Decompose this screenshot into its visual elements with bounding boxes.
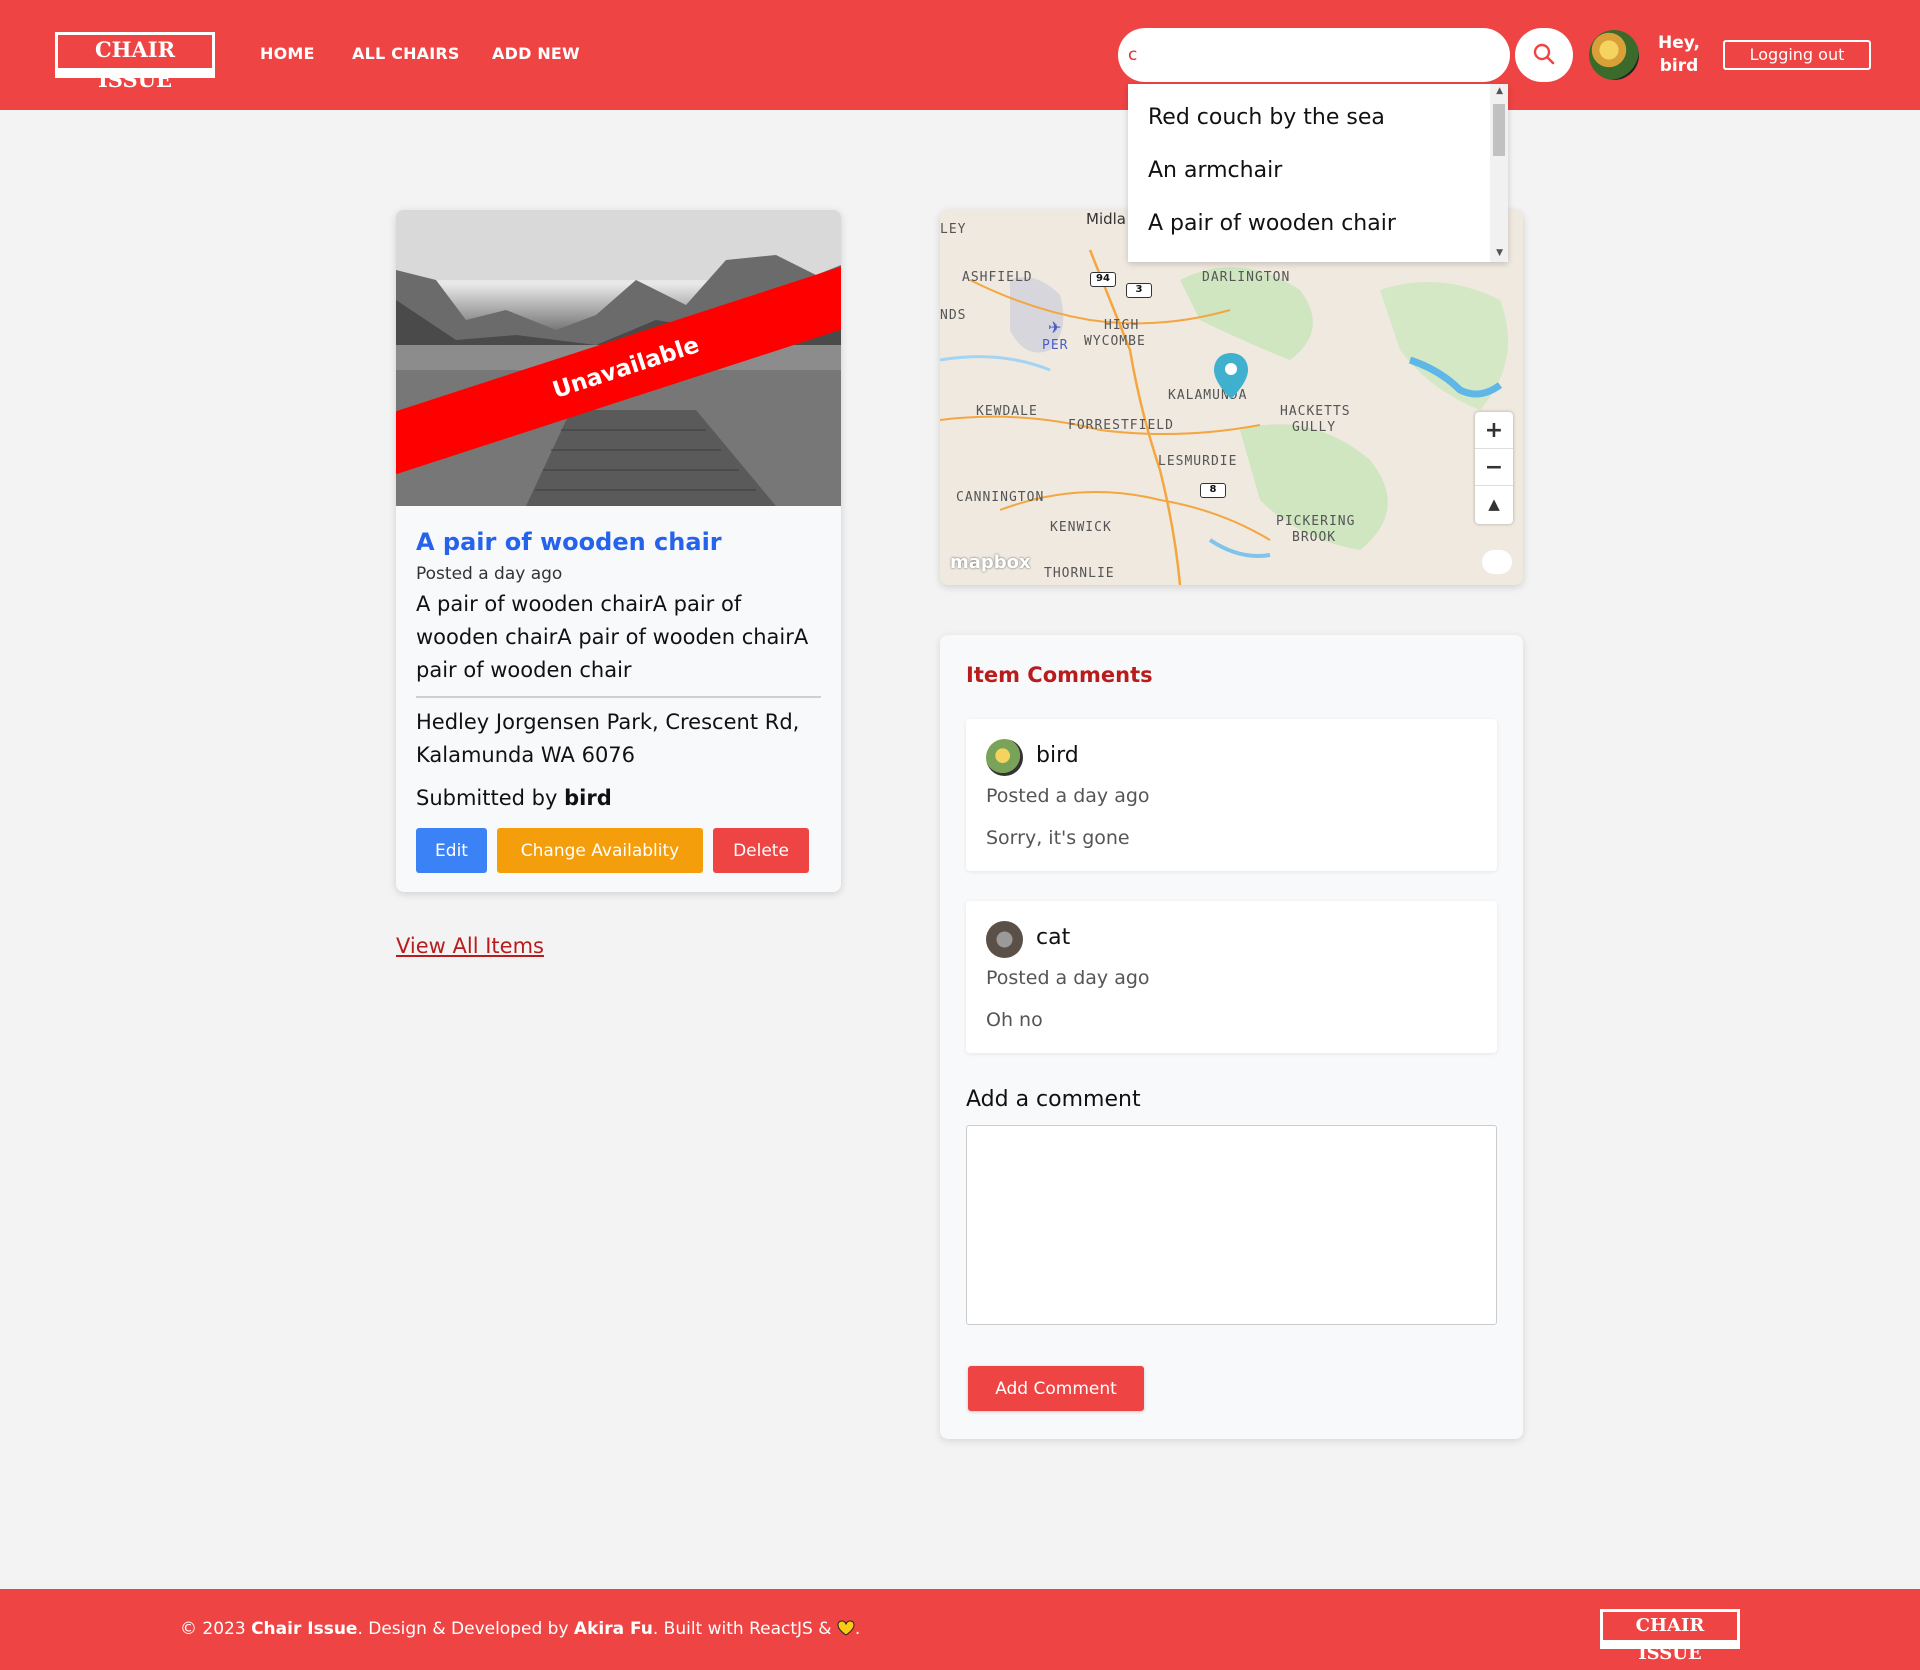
footer-logo[interactable]: CHAIR ISSUE xyxy=(1600,1609,1740,1664)
suggestion-item[interactable]: A pair of wooden chair xyxy=(1148,211,1396,236)
comments-title: Item Comments xyxy=(966,663,1153,687)
map-label: DARLINGTON xyxy=(1202,270,1291,285)
footer-author[interactable]: Akira Fu xyxy=(574,1619,653,1639)
design-text: . Design & Developed by xyxy=(357,1619,569,1639)
comment-posted-time: Posted a day ago xyxy=(986,967,1150,989)
map-label: LEY xyxy=(940,222,967,237)
road-shield: 8 xyxy=(1200,483,1226,498)
map-label: KEWDALE xyxy=(976,404,1038,419)
copyright: © 2023 xyxy=(180,1619,246,1639)
road-shield: 94 xyxy=(1090,272,1116,287)
map-label: THORNLIE xyxy=(1044,566,1115,581)
map-label: KENWICK xyxy=(1050,520,1112,535)
footer-brand: Chair Issue xyxy=(251,1619,358,1639)
comment-text: Oh no xyxy=(986,1009,1043,1031)
item-photo: Unavailable xyxy=(396,210,841,506)
item-posted-time: Posted a day ago xyxy=(416,564,563,584)
map-label: FORRESTFIELD xyxy=(1068,418,1174,433)
logout-button[interactable]: Logging out xyxy=(1723,40,1871,70)
map-label: Midla xyxy=(1086,210,1126,228)
nav-all-chairs[interactable]: ALL CHAIRS xyxy=(352,44,460,63)
scroll-down-icon[interactable]: ▼ xyxy=(1496,248,1503,258)
zoom-in-button[interactable]: + xyxy=(1475,412,1513,449)
scroll-up-icon[interactable]: ▲ xyxy=(1496,86,1503,96)
commenter-avatar xyxy=(986,921,1023,958)
map-label: CANNINGTON xyxy=(956,490,1045,505)
map-label: ASHFIELD xyxy=(962,270,1033,285)
submitted-prefix: Submitted by xyxy=(416,786,558,810)
map-label: GULLY xyxy=(1292,420,1337,435)
item-description: A pair of wooden chairA pair of wooden c… xyxy=(416,592,809,682)
map-label: HACKETTS xyxy=(1280,404,1351,419)
card-divider xyxy=(416,696,821,698)
map-label: NDS xyxy=(940,308,967,323)
nav-home[interactable]: HOME xyxy=(260,44,315,63)
footer-credits: © 2023 Chair Issue. Design & Developed b… xyxy=(180,1619,860,1639)
location-pin-icon[interactable] xyxy=(1214,353,1248,403)
item-title: A pair of wooden chair xyxy=(416,528,722,556)
map-label: PER xyxy=(1042,338,1069,353)
comment-card: cat Posted a day ago Oh no xyxy=(966,901,1497,1053)
compass-icon[interactable]: ▲ xyxy=(1475,486,1513,523)
airport-icon: ✈ xyxy=(1048,318,1062,337)
add-comment-label: Add a comment xyxy=(966,1087,1141,1112)
edit-button[interactable]: Edit xyxy=(416,828,487,873)
footer-end: . xyxy=(854,1619,861,1639)
map-label: LESMURDIE xyxy=(1158,454,1238,469)
mapbox-attribution[interactable]: mapbox xyxy=(950,552,1031,573)
change-availability-button[interactable]: Change Availablity xyxy=(497,828,703,873)
map-label: BROOK xyxy=(1292,530,1337,545)
item-address: Hedley Jorgensen Park, Crescent Rd, Kala… xyxy=(416,710,800,767)
commenter-name: bird xyxy=(1036,743,1079,768)
map-zoom-controls: + − ▲ xyxy=(1475,412,1513,524)
suggestion-item[interactable]: An armchair xyxy=(1148,158,1282,183)
item-card: Unavailable A pair of wooden chair Poste… xyxy=(396,210,841,892)
comments-panel: Item Comments bird Posted a day ago Sorr… xyxy=(940,635,1523,1439)
map-label: PICKERING xyxy=(1276,514,1356,529)
search-suggestions: Red couch by the sea An armchair A pair … xyxy=(1128,84,1508,262)
user-avatar[interactable] xyxy=(1589,30,1639,80)
submitted-user: bird xyxy=(564,786,612,810)
road-shield: 3 xyxy=(1126,283,1152,298)
attribution-toggle[interactable] xyxy=(1482,550,1512,574)
suggestions-scrollbar[interactable]: ▲ ▼ xyxy=(1490,84,1508,262)
nav-add-new[interactable]: ADD NEW xyxy=(492,44,580,63)
site-logo[interactable]: CHAIR ISSUE xyxy=(55,32,215,92)
delete-button[interactable]: Delete xyxy=(713,828,809,873)
scrollbar-thumb[interactable] xyxy=(1493,104,1505,156)
commenter-name: cat xyxy=(1036,925,1071,950)
submitted-by: Submitted by bird xyxy=(416,786,612,810)
map-label: HIGH xyxy=(1104,318,1140,333)
comment-card: bird Posted a day ago Sorry, it's gone xyxy=(966,719,1497,871)
header: CHAIR ISSUE HOME ALL CHAIRS ADD NEW Hey,… xyxy=(0,0,1920,110)
search-input[interactable] xyxy=(1118,28,1510,82)
footer: © 2023 Chair Issue. Design & Developed b… xyxy=(0,1589,1920,1670)
user-greeting: Hey, bird xyxy=(1658,33,1700,76)
location-map[interactable]: LEY Midla ASHFIELD DARLINGTON NDS HIGH W… xyxy=(940,210,1523,585)
map-label: WYCOMBE xyxy=(1084,334,1146,349)
commenter-avatar xyxy=(986,739,1023,776)
search-box xyxy=(1118,28,1510,82)
zoom-out-button[interactable]: − xyxy=(1475,449,1513,486)
view-all-items-link[interactable]: View All Items xyxy=(396,934,544,958)
heart-icon xyxy=(837,1620,855,1636)
comment-text: Sorry, it's gone xyxy=(986,827,1130,849)
comment-posted-time: Posted a day ago xyxy=(986,785,1150,807)
built-text: . Built with ReactJS & xyxy=(652,1619,832,1639)
add-comment-button[interactable]: Add Comment xyxy=(968,1366,1144,1411)
search-button[interactable] xyxy=(1515,28,1573,82)
comment-textarea[interactable] xyxy=(966,1125,1497,1325)
search-icon xyxy=(1532,42,1556,69)
suggestion-item[interactable]: Red couch by the sea xyxy=(1148,105,1385,130)
